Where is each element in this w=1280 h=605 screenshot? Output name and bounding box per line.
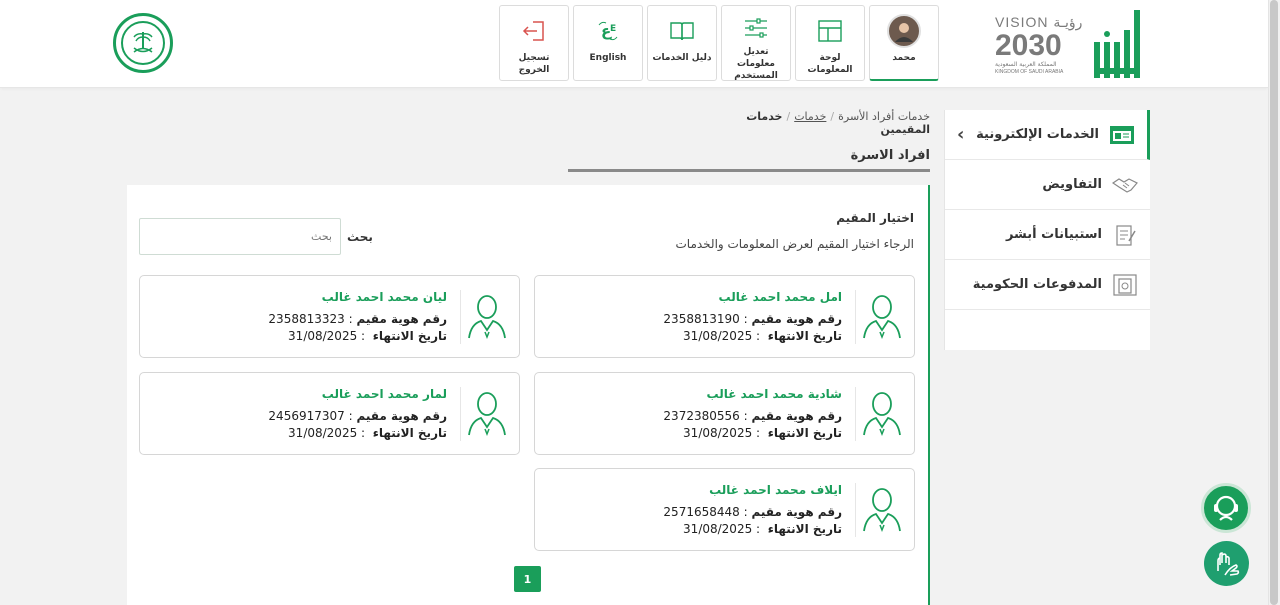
user-name-label: محمد [892, 53, 916, 63]
resident-expiry: 31/08/2025 [288, 426, 358, 440]
language-label: English [589, 53, 627, 63]
dashboard-button[interactable]: لوحة المعلومات [795, 5, 865, 81]
payment-icon [1113, 273, 1137, 296]
sign-language-button[interactable] [1204, 541, 1249, 586]
pagination-page-button[interactable]: 1 [514, 566, 541, 592]
breadcrumb-family-services[interactable]: خدمات أفراد الأسرة [838, 110, 930, 123]
search-input[interactable] [139, 218, 341, 255]
chat-support-button[interactable] [1201, 483, 1251, 533]
dashboard-label: لوحة المعلومات [807, 53, 853, 75]
avatar [887, 14, 921, 48]
resident-name[interactable]: امل محمد احمد غالب [719, 290, 843, 304]
resident-id: 2358813323 [268, 312, 345, 326]
dashboard-icon [818, 20, 842, 42]
language-button[interactable]: ع E English [573, 5, 643, 81]
choose-resident-hint: الرجاء اختيار المقيم لعرض المعلومات والخ… [675, 237, 914, 251]
scrollbar-thumb[interactable] [1270, 0, 1278, 605]
handshake-icon [1112, 177, 1138, 193]
sidebar-item-gov-payments[interactable]: المدفوعات الحكومية [945, 260, 1150, 310]
expiry-label: تاريخ الانتهاء [372, 329, 447, 343]
page-title: افراد الاسرة [568, 148, 930, 172]
person-icon [468, 295, 506, 340]
id-label: رقم هوية مقيم [356, 409, 447, 423]
resident-id: 2456917307 [268, 409, 345, 423]
user-photo-icon [895, 23, 913, 42]
resident-expiry: 31/08/2025 [683, 426, 753, 440]
sidebar-item-surveys[interactable]: استبيانات أبشر [945, 210, 1150, 260]
sidebar-item-label: استبيانات أبشر [1005, 227, 1102, 242]
logout-label: تسجيل الخروج [518, 53, 550, 75]
choose-resident-title: اختيار المقيم [836, 211, 914, 225]
services-guide-label: دليل الخدمات [652, 53, 712, 63]
logout-icon [522, 21, 544, 41]
id-label: رقم هوية مقيم [751, 505, 842, 519]
expiry-label: تاريخ الانتهاء [767, 522, 842, 536]
breadcrumb-services[interactable]: خدمات [794, 110, 826, 123]
expiry-label: تاريخ الانتهاء [767, 426, 842, 440]
vision-arabic-word: رؤيـة [1053, 14, 1083, 30]
sidebar-item-label: المدفوعات الحكومية [972, 277, 1102, 292]
id-label: رقم هوية مقيم [751, 409, 842, 423]
resident-card[interactable]: ليان محمد احمد غالب رقم هوية مقيم : 2358… [139, 275, 520, 358]
edit-user-info-button[interactable]: تعديل معلومات المستخدم [721, 5, 791, 81]
book-icon [670, 22, 694, 41]
sidebar-item-label: الخدمات الإلكترونية [976, 127, 1099, 142]
resident-id: 2571658448 [663, 505, 740, 519]
user-profile-button[interactable]: محمد [869, 5, 939, 81]
edit-user-info-label: تعديل معلومات المستخدم [734, 47, 778, 81]
vision-kingdom-en: KINGDOM OF SAUDI ARABIA [995, 69, 1064, 75]
top-header: تسجيل الخروج ع E English دليل الخدمات تع… [0, 0, 1268, 88]
sidebar-item-delegations[interactable]: التفاويض [945, 160, 1150, 210]
chat-agent-icon [1214, 495, 1238, 521]
palm-swords-icon [133, 32, 153, 53]
eservices-icon [1110, 125, 1134, 144]
resident-expiry: 31/08/2025 [288, 329, 358, 343]
resident-card[interactable]: ايلاف محمد احمد غالب رقم هوية مقيم : 257… [534, 468, 915, 551]
resident-card[interactable]: امل محمد احمد غالب رقم هوية مقيم : 23588… [534, 275, 915, 358]
services-guide-button[interactable]: دليل الخدمات [647, 5, 717, 81]
id-label: رقم هوية مقيم [751, 312, 842, 326]
survey-icon [1116, 224, 1136, 246]
sidebar: ‹ الخدمات الإلكترونية التفاويض استبيانات… [944, 110, 1150, 350]
expiry-label: تاريخ الانتهاء [767, 329, 842, 343]
resident-card[interactable]: لمار محمد احمد غالب رقم هوية مقيم : 2456… [139, 372, 520, 455]
expiry-label: تاريخ الانتهاء [372, 426, 447, 440]
saudi-emblem-logo [113, 13, 173, 73]
sign-language-icon [1216, 551, 1239, 576]
absher-logo [1094, 10, 1140, 78]
sidebar-item-eservices[interactable]: ‹ الخدمات الإلكترونية [945, 110, 1150, 160]
person-icon [863, 295, 901, 340]
svg-text:E: E [610, 24, 616, 34]
sidebar-item-label: التفاويض [1042, 177, 1102, 192]
resident-name[interactable]: ايلاف محمد احمد غالب [709, 483, 842, 497]
resident-expiry: 31/08/2025 [683, 329, 753, 343]
vision-word: VISION [995, 14, 1049, 30]
language-icon: ع E [598, 21, 618, 41]
chevron-left-icon[interactable]: ‹ [957, 124, 964, 145]
person-icon [863, 392, 901, 437]
settings-sliders-icon [745, 18, 767, 38]
person-icon [468, 392, 506, 437]
page-scrollbar[interactable] [1268, 0, 1280, 605]
vision-2030-logo: VISION رؤيـة 2030 المملكة العربية السعود… [995, 14, 1085, 78]
person-icon [863, 488, 901, 533]
vision-year: 2030 [995, 29, 1062, 62]
resident-expiry: 31/08/2025 [683, 522, 753, 536]
id-label: رقم هوية مقيم [356, 312, 447, 326]
resident-name[interactable]: لمار محمد احمد غالب [322, 387, 447, 401]
resident-name[interactable]: ليان محمد احمد غالب [322, 290, 447, 304]
search-label: بحث [347, 230, 373, 244]
resident-id: 2358813190 [663, 312, 740, 326]
vision-kingdom-ar: المملكة العربية السعودية [995, 61, 1057, 68]
logout-button[interactable]: تسجيل الخروج [499, 5, 569, 81]
breadcrumb: خدمات أفراد الأسرة/خدمات/خدمات المقيمين [746, 110, 930, 136]
resident-name[interactable]: شادية محمد احمد غالب [707, 387, 843, 401]
header-nav: تسجيل الخروج ع E English دليل الخدمات تع… [499, 5, 939, 81]
resident-id: 2372380556 [663, 409, 740, 423]
resident-card[interactable]: شادية محمد احمد غالب رقم هوية مقيم : 237… [534, 372, 915, 455]
